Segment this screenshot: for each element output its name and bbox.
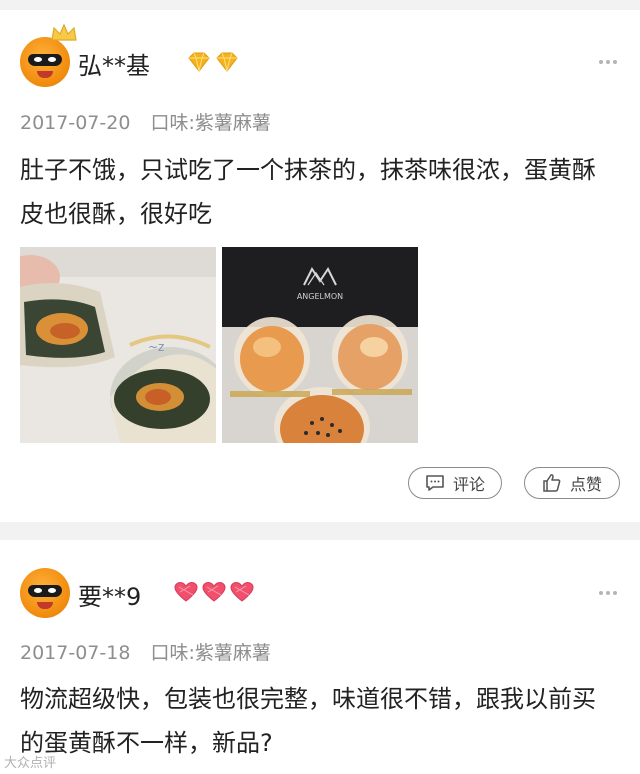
- comment-button-label: 评论: [452, 475, 485, 494]
- review-flavor: 口味:紫薯麻薯: [150, 642, 271, 664]
- avatar-eye: [48, 588, 56, 593]
- red-heart-icon: [230, 581, 254, 602]
- review-meta: 2017-07-20 口味:紫薯麻薯: [20, 108, 285, 135]
- comment-icon: [426, 475, 444, 491]
- review-text: 肚子不饿，只试吃了一个抹茶的，抹茶味很浓，蛋黄酥皮也很酥，很好吃: [20, 156, 596, 228]
- red-heart-icon: [202, 581, 226, 602]
- review-date: 2017-07-20: [20, 112, 131, 134]
- avatar-eye: [34, 57, 42, 62]
- angelmon-pastry-box-photo: ANGELMON: [222, 247, 418, 443]
- review-card: 弘**基 2017-07-20 口味:紫薯麻薯 肚子不饿，只试吃了一个抹茶的，抹…: [0, 10, 640, 522]
- review-photo[interactable]: ANGELMON: [222, 247, 418, 443]
- brand-logo-text: ANGELMON: [297, 292, 343, 301]
- user-level-badges: [186, 51, 240, 73]
- red-heart-icon: [174, 581, 198, 602]
- username[interactable]: 要**9: [78, 577, 141, 612]
- review-flavor: 口味:紫薯麻薯: [150, 112, 271, 134]
- more-options-icon[interactable]: [598, 590, 618, 596]
- avatar-eye: [48, 57, 56, 62]
- comment-button[interactable]: 评论: [408, 467, 502, 499]
- avatar[interactable]: [20, 568, 70, 618]
- more-options-icon[interactable]: [598, 59, 618, 65]
- avatar-mouth: [37, 602, 53, 609]
- username[interactable]: 弘**基: [78, 46, 150, 81]
- review-card: 要**9 2017-07-18 口味:紫薯麻薯 物流超级快，包装也很完整，味道很…: [0, 540, 640, 774]
- avatar[interactable]: [20, 37, 70, 87]
- review-photo[interactable]: ~z: [20, 247, 216, 443]
- like-button-label: 点赞: [569, 475, 602, 494]
- crown-icon: [51, 23, 77, 41]
- like-button[interactable]: 点赞: [524, 467, 620, 499]
- thumbs-up-icon: [543, 474, 561, 492]
- app-watermark: 大众点评: [4, 756, 57, 771]
- gold-diamond-icon: [188, 52, 210, 72]
- review-text: 物流超级快，包装也很完整，味道很不错，跟我以前买的蛋黄酥不一样，新品?: [20, 685, 596, 757]
- matcha-yolk-pastry-photo: ~z: [20, 247, 216, 443]
- gold-diamond-icon: [216, 52, 238, 72]
- avatar-eye: [34, 588, 42, 593]
- user-level-badges: [173, 581, 255, 603]
- avatar-mouth: [37, 71, 53, 78]
- review-date: 2017-07-18: [20, 642, 131, 664]
- review-meta: 2017-07-18 口味:紫薯麻薯: [20, 638, 285, 665]
